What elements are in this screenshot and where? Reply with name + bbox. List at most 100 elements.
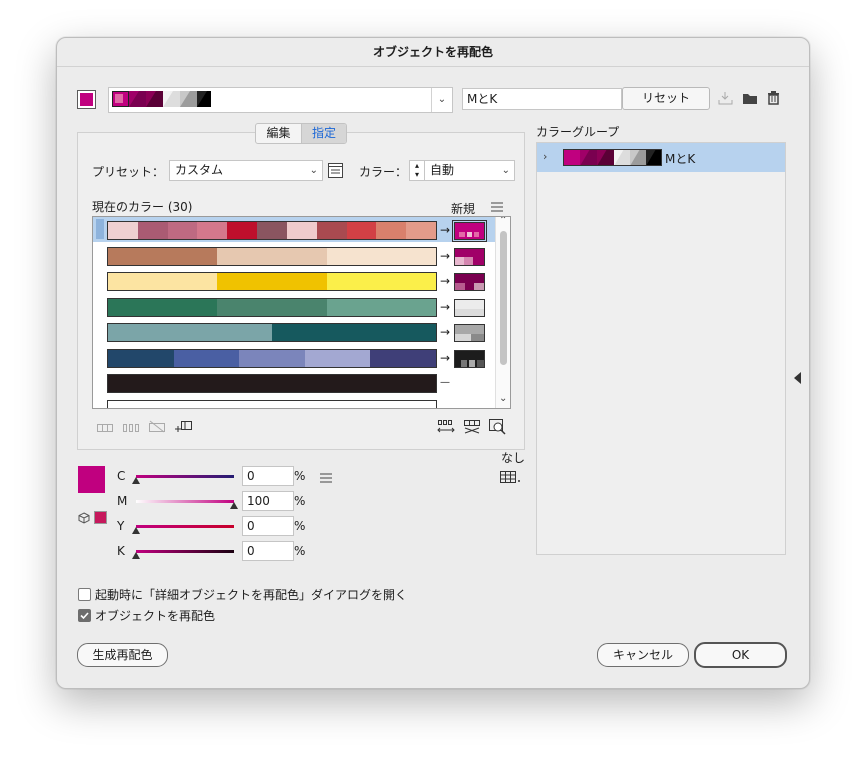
slider-menu-icon[interactable] — [320, 472, 332, 486]
harmony-name-field[interactable]: MとK — [462, 88, 622, 110]
save-group-icon[interactable] — [718, 91, 733, 105]
reset-button[interactable]: リセット — [622, 87, 710, 110]
recolor-dialog: オブジェクトを再配色 ⌄ MとK リセット 編集 指定 プリセット： カスタム … — [56, 37, 810, 689]
current-color-segment — [257, 222, 287, 239]
tab-bar: 編集 指定 — [255, 123, 347, 144]
current-color-segment — [346, 222, 377, 239]
new-color-swatch[interactable] — [454, 247, 485, 266]
slider-value-c[interactable]: 0 — [242, 466, 294, 486]
current-color-segment — [326, 273, 436, 290]
chevron-down-icon: ⌄ — [501, 165, 510, 176]
current-color-segment — [217, 273, 327, 290]
slider-track-k[interactable] — [136, 550, 234, 553]
exclude-colors-icon[interactable] — [149, 420, 165, 436]
percent-unit: % — [294, 519, 306, 533]
slider-value-k[interactable]: 0 — [242, 541, 294, 561]
list-menu-icon[interactable] — [491, 201, 503, 212]
scroll-thumb[interactable] — [500, 231, 507, 365]
new-row-icon[interactable] — [175, 419, 192, 436]
gamut-swatch[interactable] — [94, 511, 107, 524]
preset-dropdown[interactable]: カスタム ⌄ — [169, 160, 323, 181]
slider-track-c[interactable] — [136, 475, 234, 478]
dropdown-chevron-icon[interactable]: ⌄ — [431, 88, 452, 112]
collapse-panel-icon[interactable] — [794, 372, 801, 384]
new-color-swatch[interactable] — [454, 298, 485, 317]
tab-edit[interactable]: 編集 — [256, 124, 302, 143]
color-group-row[interactable]: › MとK — [537, 143, 785, 172]
new-color-swatch[interactable] — [454, 324, 485, 342]
current-color-segment — [108, 222, 138, 239]
color-groups-panel: › MとK — [536, 142, 786, 555]
recolor-checkbox[interactable] — [78, 609, 91, 622]
new-color-swatch[interactable] — [454, 349, 485, 368]
current-color-bar[interactable] — [107, 246, 437, 266]
color-group-dropdown[interactable]: ⌄ — [108, 87, 453, 113]
slider-label-c: C — [117, 469, 126, 483]
separate-colors-icon[interactable] — [123, 422, 139, 436]
active-color-swatch[interactable] — [77, 90, 96, 109]
slider-thumb[interactable] — [132, 552, 140, 559]
current-color-segment — [370, 349, 436, 367]
chevron-down-icon: ⌄ — [309, 165, 318, 176]
assign-arrow-icon: → — [440, 325, 451, 339]
current-color-bar[interactable] — [107, 272, 437, 291]
current-color-bar[interactable] — [107, 374, 437, 393]
color-count-value: 自動 — [430, 163, 455, 177]
cmyk-3d-icon[interactable] — [78, 512, 90, 527]
current-color-segment — [108, 375, 436, 392]
preset-value: カスタム — [175, 163, 224, 177]
slider-thumb[interactable] — [132, 527, 140, 534]
slider-value-m[interactable]: 100 — [242, 491, 294, 511]
current-color-segment — [376, 222, 407, 239]
slider-value-y[interactable]: 0 — [242, 516, 294, 536]
folder-icon[interactable] — [742, 92, 758, 105]
current-color-segment — [326, 247, 436, 265]
current-color-bar[interactable] — [107, 221, 437, 240]
recolor-label: オブジェクトを再配色 — [95, 609, 216, 623]
current-color-segment — [227, 222, 258, 239]
slider-track-y[interactable] — [136, 525, 234, 528]
list-scrollbar[interactable]: ⌃ ⌄ — [495, 217, 510, 408]
percent-unit: % — [294, 494, 306, 508]
preset-menu-icon[interactable] — [328, 163, 343, 178]
current-color-segment — [173, 349, 240, 367]
slider-label-y: Y — [117, 519, 125, 533]
random-order-icon[interactable] — [437, 419, 455, 438]
current-color-segment — [239, 349, 305, 367]
generative-recolor-button[interactable]: 生成再配色 — [77, 643, 168, 667]
slider-thumb[interactable] — [230, 502, 238, 509]
trash-icon[interactable] — [767, 91, 780, 105]
color-groups-label: カラーグループ — [536, 125, 620, 139]
current-color-bar[interactable] — [107, 348, 437, 368]
assign-arrow-icon: → — [440, 350, 451, 365]
cancel-button[interactable]: キャンセル — [597, 643, 689, 667]
random-saturation-icon[interactable] — [463, 419, 481, 438]
current-color-bar[interactable] — [107, 323, 437, 342]
scroll-down-icon[interactable]: ⌄ — [499, 393, 507, 404]
expand-arrow-icon[interactable]: › — [543, 150, 547, 163]
ok-button[interactable]: OK — [694, 642, 787, 668]
current-color-segment — [108, 324, 272, 341]
color-assign-list[interactable]: → → → → → → — ⌃ ⌄ — [92, 216, 511, 409]
new-color-swatch[interactable] — [454, 273, 485, 291]
current-color-segment — [316, 222, 347, 239]
current-color-segment — [108, 298, 218, 316]
find-color-icon[interactable] — [489, 419, 507, 438]
tab-assign[interactable]: 指定 — [302, 124, 346, 143]
slider-label-m: M — [117, 494, 128, 508]
swatch-limit-icon[interactable] — [500, 470, 522, 486]
slider-thumb[interactable] — [132, 477, 140, 484]
color-count-label: カラー： — [359, 165, 408, 179]
merge-colors-icon[interactable] — [97, 422, 113, 436]
color-count-dropdown[interactable]: 自動 ⌄ — [424, 160, 515, 181]
new-color-swatch[interactable] — [452, 220, 487, 242]
color-stepper[interactable]: ▴ ▾ — [409, 160, 425, 181]
slider-label-k: K — [117, 544, 125, 558]
scroll-up-icon[interactable]: ⌃ — [499, 217, 507, 226]
no-assignment-dash: — — [440, 377, 450, 388]
dialog-title: オブジェクトを再配色 — [57, 38, 809, 67]
current-color-bar[interactable] — [107, 399, 437, 408]
current-color-bar[interactable] — [107, 297, 437, 317]
open-advanced-checkbox[interactable] — [78, 588, 91, 601]
slider-track-m[interactable] — [136, 500, 234, 503]
